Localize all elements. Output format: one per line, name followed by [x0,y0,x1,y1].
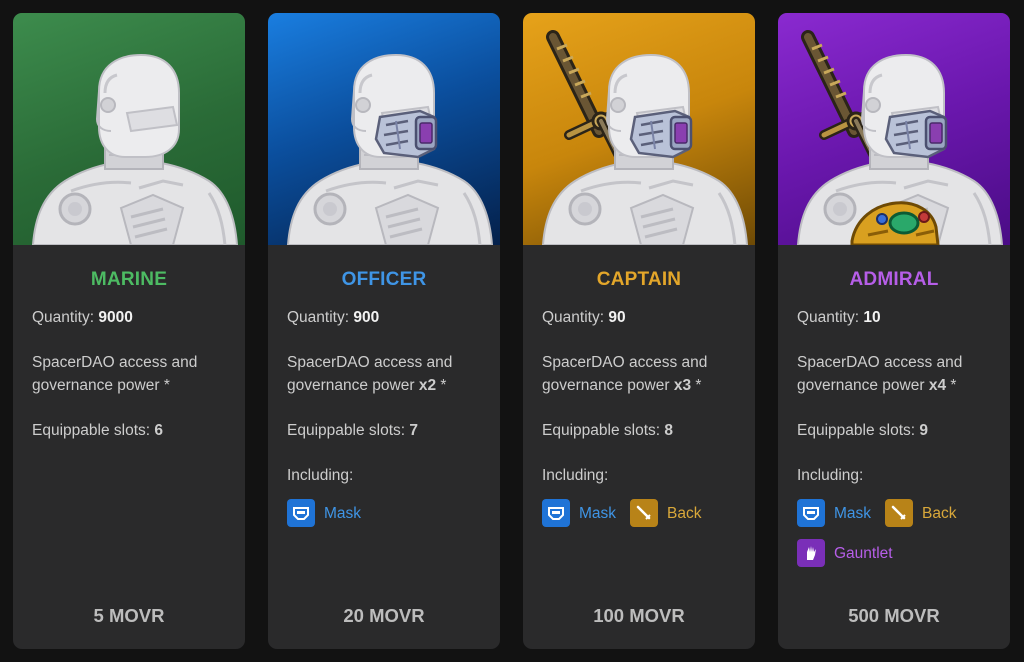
marine-artwork [13,13,245,245]
tier-card-marine[interactable]: MARINE Quantity: 9000 SpacerDAO access a… [13,13,245,649]
tier-card-captain[interactable]: CAPTAIN Quantity: 90 SpacerDAO access an… [523,13,755,649]
tier-title: OFFICER [341,269,427,290]
mask-icon [287,499,315,527]
slot-back[interactable]: Back [885,499,957,527]
slots-row: Equippable slots: 7 [287,422,418,439]
slot-list: Mask Back Gauntlet [797,499,991,567]
quantity-row: Quantity: 9000 [32,309,133,326]
sword-icon [885,499,914,527]
slots-value: 9 [919,422,928,439]
including-label: Including: [542,467,609,484]
access-text: SpacerDAO access and governance power * [32,354,198,394]
including-label: Including: [287,467,354,484]
slot-mask[interactable]: Mask [542,499,616,527]
tier-title: CAPTAIN [596,269,682,290]
mask-icon [797,499,825,527]
slot-list: Mask [287,499,481,527]
slots-row: Equippable slots: 9 [797,422,928,439]
gauntlet-icon [797,539,825,567]
quantity-row: Quantity: 10 [797,309,881,326]
officer-artwork [268,13,500,245]
slots-row: Equippable slots: 8 [542,422,673,439]
including-label: Including: [797,467,864,484]
tier-card-officer[interactable]: OFFICER Quantity: 900 SpacerDAO access a… [268,13,500,649]
slots-value: 7 [409,422,418,439]
access-text: SpacerDAO access and governance power x3… [542,354,708,394]
price: 100 MOVR [593,605,685,626]
tier-title: ADMIRAL [849,269,939,290]
captain-artwork [523,13,755,245]
price: 5 MOVR [93,605,165,626]
sword-icon [630,499,659,527]
slot-back[interactable]: Back [630,499,702,527]
quantity-value: 90 [608,309,626,326]
slot-list: Mask Back [542,499,736,527]
access-text: SpacerDAO access and governance power x4… [797,354,963,394]
slot-gauntlet[interactable]: Gauntlet [797,539,893,567]
quantity-value: 9000 [98,309,133,326]
price: 20 MOVR [343,605,425,626]
slots-value: 8 [664,422,673,439]
quantity-value: 900 [353,309,380,326]
price: 500 MOVR [848,605,940,626]
slots-row: Equippable slots: 6 [32,422,163,439]
tier-cards: MARINE Quantity: 9000 SpacerDAO access a… [0,0,1024,662]
slots-value: 6 [154,422,163,439]
admiral-artwork [778,13,1010,245]
slot-mask[interactable]: Mask [287,499,361,527]
slot-mask[interactable]: Mask [797,499,871,527]
access-text: SpacerDAO access and governance power x2… [287,354,453,394]
tier-card-admiral[interactable]: ADMIRAL Quantity: 10 SpacerDAO access an… [778,13,1010,649]
tier-title: MARINE [90,269,168,290]
quantity-row: Quantity: 900 [287,309,380,326]
mask-icon [542,499,570,527]
quantity-row: Quantity: 90 [542,309,626,326]
quantity-value: 10 [863,309,881,326]
